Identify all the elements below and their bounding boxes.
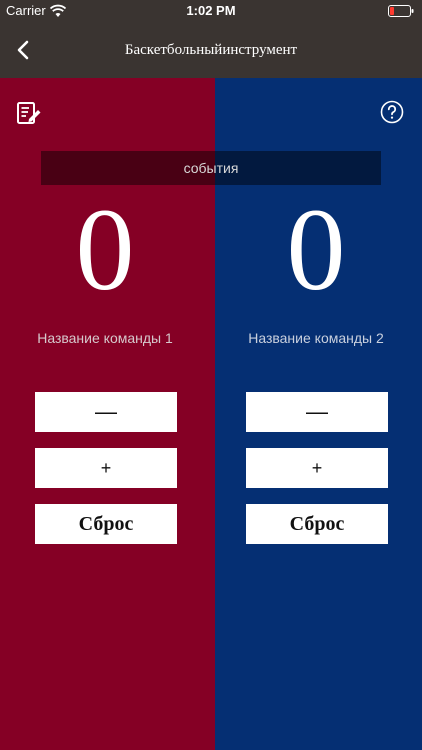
team1-score: 0 <box>75 184 135 315</box>
team2-name[interactable]: Название команды 2 <box>226 330 406 346</box>
status-bar: Carrier 1:02 PM <box>0 0 422 22</box>
team2-plus-button[interactable]: + <box>246 448 388 488</box>
help-button[interactable] <box>380 100 404 124</box>
app-screen: Carrier 1:02 PM Баскетбольныйинструмент <box>0 0 422 750</box>
help-circle-icon <box>380 100 404 124</box>
nav-bar: Баскетбольныйинструмент <box>0 22 422 78</box>
events-button[interactable]: события <box>41 151 381 185</box>
team1-minus-button[interactable]: — <box>35 392 177 432</box>
edit-button[interactable] <box>16 100 42 126</box>
team2-score: 0 <box>286 184 346 315</box>
status-time: 1:02 PM <box>186 3 236 18</box>
edit-note-icon <box>17 102 41 124</box>
team1-name[interactable]: Название команды 1 <box>15 330 195 346</box>
team2-minus-button[interactable]: — <box>246 392 388 432</box>
page-title: Баскетбольныйинструмент <box>124 42 298 58</box>
battery-icon <box>388 5 414 17</box>
team1-reset-button[interactable]: Сброс <box>35 504 177 544</box>
team1-plus-button[interactable]: + <box>35 448 177 488</box>
team2-reset-button[interactable]: Сброс <box>246 504 388 544</box>
